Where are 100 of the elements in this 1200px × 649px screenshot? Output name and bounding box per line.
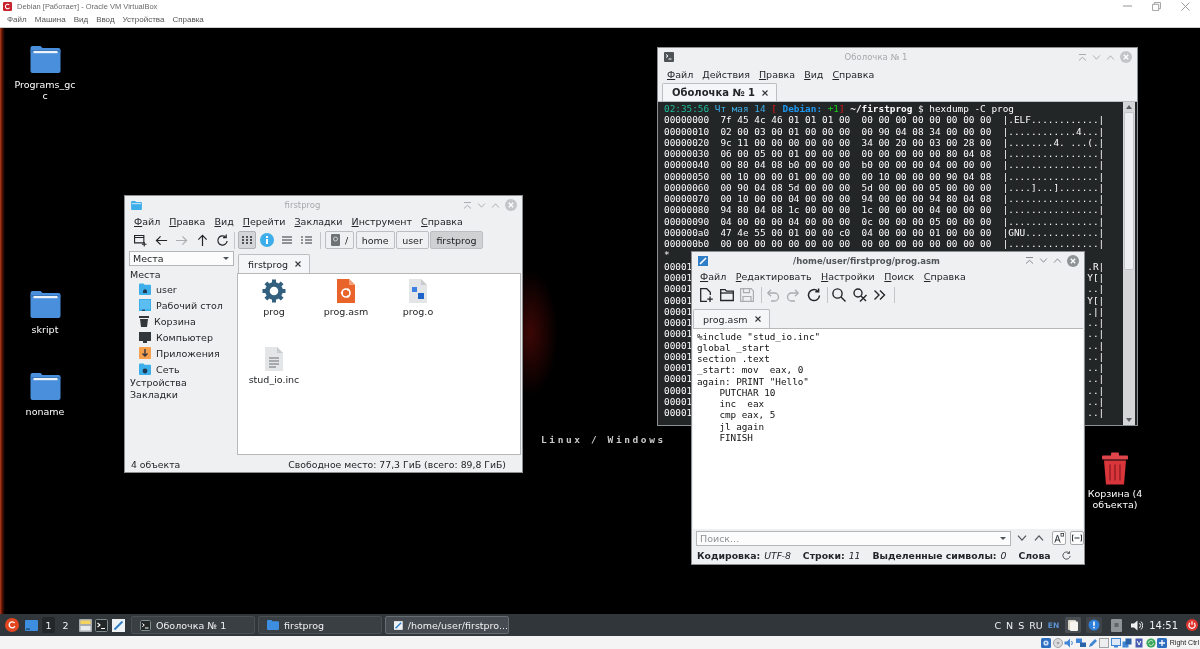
power-icon[interactable]	[1186, 619, 1198, 631]
network-icon[interactable]	[1076, 637, 1087, 648]
menu-item[interactable]: Вид	[73, 15, 89, 24]
close-icon[interactable]	[295, 261, 302, 267]
terminal-tab[interactable]: Оболочка № 1	[662, 83, 777, 101]
menu-item[interactable]: Файл	[700, 271, 727, 282]
text-document-icon[interactable]	[265, 347, 283, 371]
arrow-left-icon[interactable]	[154, 233, 168, 247]
menu-item[interactable]: Действия	[702, 68, 750, 80]
menu-item[interactable]: Справка	[832, 68, 875, 80]
v-tile-icon[interactable]	[1134, 637, 1145, 648]
chevron-up-icon[interactable]	[1034, 535, 1044, 541]
task-button[interactable]: firstprog	[258, 616, 382, 634]
folder-icon[interactable]	[29, 290, 61, 318]
window-plus-icon[interactable]	[134, 233, 147, 247]
search-icon[interactable]	[832, 288, 846, 302]
bracket-arrows-icon[interactable]	[1070, 531, 1084, 545]
menu-item[interactable]: Перейти	[242, 216, 286, 227]
path-segment[interactable]: /	[325, 231, 355, 249]
reload-icon[interactable]	[806, 288, 821, 302]
gear-icon[interactable]	[262, 279, 286, 303]
sidebar-heading[interactable]: Закладки	[129, 389, 179, 401]
chevron-down-icon[interactable]	[1017, 535, 1027, 541]
plus-square-icon[interactable]	[1157, 637, 1168, 648]
sidebar-heading[interactable]: Устройства	[129, 377, 187, 389]
task-button[interactable]: Оболочка № 1	[131, 616, 255, 634]
clipboard-icon[interactable]	[1065, 617, 1082, 633]
menu-item[interactable]: Поиск	[884, 271, 915, 282]
terminal-icon[interactable]	[95, 618, 108, 632]
menu-item[interactable]: Машина	[34, 15, 66, 24]
menu-item[interactable]: Вид	[804, 68, 824, 80]
trash-icon[interactable]	[1102, 452, 1128, 485]
caret-icon[interactable]	[1000, 536, 1006, 540]
places-dropdown[interactable]: Места	[129, 251, 234, 266]
scrollbar-track[interactable]	[1123, 102, 1135, 425]
folder-icon[interactable]	[29, 45, 61, 73]
circle-arrows-icon[interactable]	[1145, 637, 1156, 648]
chevron-bar-icon[interactable]	[1025, 257, 1034, 264]
reload-icon[interactable]	[1061, 551, 1071, 560]
sidebar-item[interactable]: Сеть	[129, 361, 180, 377]
sidebar-heading[interactable]: Места	[129, 269, 161, 281]
exclamation-circle-icon[interactable]	[1086, 617, 1103, 633]
letter-a-icon[interactable]	[1052, 531, 1066, 545]
menu-item[interactable]: Справка	[172, 15, 204, 24]
menu-item[interactable]: Редактировать	[735, 271, 812, 282]
screen-icon[interactable]	[25, 619, 38, 631]
search-field[interactable]: Поиск...	[696, 530, 1011, 546]
arrow-up-icon[interactable]	[195, 233, 209, 247]
close-icon[interactable]	[754, 316, 761, 322]
hard-disk-icon[interactable]	[1041, 637, 1052, 648]
workspace-button[interactable]: 1	[42, 617, 55, 633]
sidebar-item[interactable]: Корзина	[129, 313, 196, 329]
file-name[interactable]: prog.asm	[323, 306, 369, 318]
menu-item[interactable]: Закладки	[294, 216, 343, 227]
desktop-item-label[interactable]: skript	[31, 324, 59, 335]
desktop-item-label[interactable]: Programs_gcc	[13, 79, 77, 101]
double-chevron-icon[interactable]	[873, 288, 887, 302]
menu-item[interactable]: Ввод	[96, 15, 115, 24]
clock[interactable]: 14:51	[1149, 619, 1178, 631]
swirl-icon[interactable]	[5, 618, 19, 632]
menu-item[interactable]: Файл	[7, 15, 27, 24]
speaker-icon[interactable]	[1131, 619, 1144, 631]
task-button[interactable]: /home/user/firstpro...	[385, 616, 509, 634]
workspace-button[interactable]: 2	[59, 617, 72, 633]
sidebar-item[interactable]: Компьютер	[129, 329, 213, 345]
windows-icon[interactable]	[1122, 637, 1133, 648]
view-button[interactable]	[237, 231, 256, 249]
path-segment[interactable]: home	[355, 231, 395, 249]
arrow-down-icon[interactable]	[1126, 418, 1132, 422]
tablet-icon[interactable]	[1111, 618, 1123, 632]
document-squares-icon[interactable]	[409, 279, 427, 303]
desktop-item-label[interactable]: Корзина (4 объекта)	[1087, 488, 1143, 510]
menu-item[interactable]: Настройки	[821, 271, 875, 282]
file-name[interactable]: prog.o	[402, 306, 434, 318]
document-ring-icon[interactable]	[337, 279, 355, 303]
document-tab[interactable]: prog.asm	[693, 309, 770, 328]
file-name[interactable]: stud_io.inc	[248, 374, 300, 386]
menu-item[interactable]: Справка	[421, 216, 463, 227]
menu-item[interactable]: Справка	[923, 271, 966, 282]
text-area[interactable]: %include "stud_io.inc" global _start section .text _start: mov eax, 0 again: PRINT "Hello" PUTCHAR 10 inc eax cmp eax, 5 jl again FINISH	[693, 328, 1083, 529]
path-segment[interactable]: firstprog	[430, 231, 483, 249]
menu-item[interactable]: Инструмент	[351, 216, 412, 227]
file-name[interactable]: prog	[263, 306, 285, 318]
drawer-icon[interactable]	[79, 618, 92, 632]
reload-icon[interactable]	[216, 233, 229, 247]
folder-icon[interactable]	[719, 288, 734, 302]
sidebar-item[interactable]: user	[129, 281, 177, 297]
new-document-icon[interactable]	[699, 288, 713, 302]
menu-item[interactable]: Файл	[134, 216, 161, 227]
sidebar-item[interactable]: Приложения	[129, 345, 220, 361]
keyboard-layout[interactable]: RU	[1029, 619, 1043, 631]
magnifier-cross-icon[interactable]	[852, 288, 867, 302]
close-icon[interactable]	[761, 89, 768, 96]
sidebar-item[interactable]: Рабочий стол	[129, 297, 223, 313]
menu-item[interactable]: Правка	[758, 68, 796, 80]
monitor-icon[interactable]	[1110, 637, 1121, 648]
menu-item[interactable]: Правка	[169, 216, 206, 227]
pen-icon[interactable]	[112, 618, 125, 632]
folder-icon[interactable]	[29, 372, 61, 400]
menu-item[interactable]: Файл	[667, 68, 694, 80]
